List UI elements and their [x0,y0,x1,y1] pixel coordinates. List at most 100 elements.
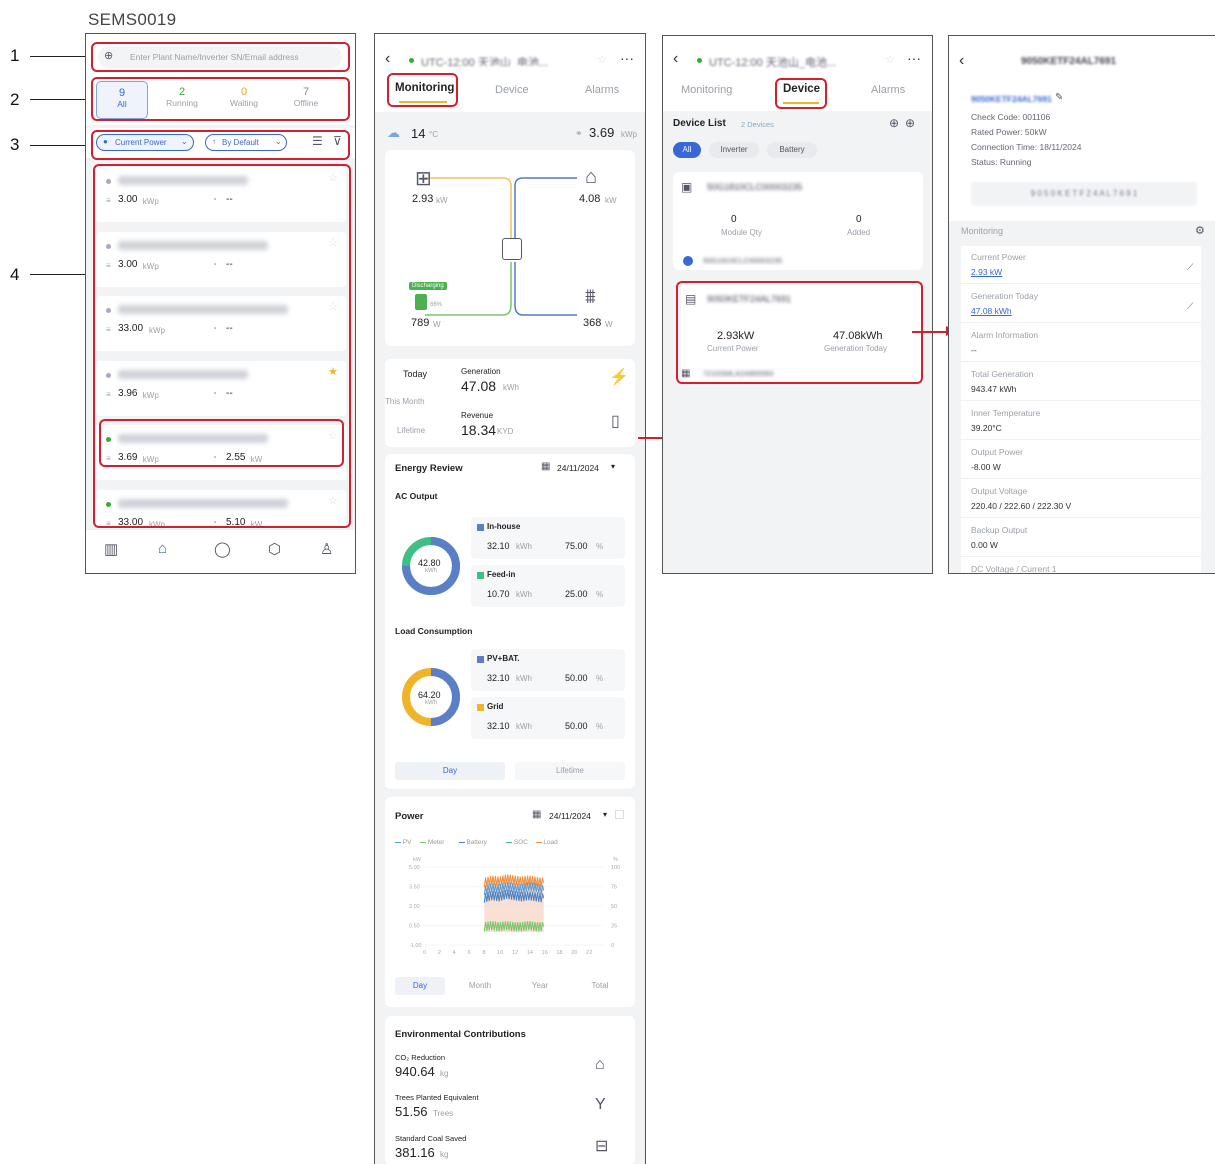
tab-monitoring[interactable]: Monitoring [681,84,732,96]
bell-icon[interactable]: ◯ [214,540,231,558]
legend-item: Battery [458,839,487,846]
dropdown-icon[interactable]: ▾ [603,810,607,819]
toggle-month[interactable]: Month [455,977,505,995]
power-chart: kW %5.00 1003.50 752.00 500.50 25-1.00 00 2 4 6 8 1… [409,857,620,956]
factory-icon: ⌂ [595,1056,605,1073]
toggle-year[interactable]: Year [515,977,565,995]
back-icon[interactable]: ‹ [385,50,390,68]
monitoring-row: Output Voltage 220.40 / 222.60 / 222.30 … [961,480,1201,518]
home-icon[interactable]: ⌂ [158,540,167,557]
energy-review-card: Energy Review ▦ 24/11/2024 ▾ AC Output 4… [385,454,635,789]
status-dot [697,58,702,63]
y2-tick-label: 0 [611,943,614,949]
status-dot [409,58,414,63]
highlight-device-tab [775,78,827,109]
inverter-icon [502,238,522,260]
y-tick-label: 2.00 [409,904,420,910]
toggle-total[interactable]: Total [575,977,625,995]
chip-battery[interactable]: Battery [767,142,817,158]
doc-title: SEMS0019 [88,10,177,29]
more-icon[interactable]: ··· [620,50,634,66]
more-icon[interactable]: ··· [907,50,921,66]
legend-swatch [395,841,401,844]
star-icon[interactable]: ☆ [597,53,607,66]
x-tick-label: 8 [482,950,485,956]
monitoring-row: Inner Temperature 39.20°C [961,402,1201,440]
monitoring-row[interactable]: Generation Today 47.08 kWh ⟋ [961,285,1201,323]
search-device-icon[interactable]: ⊕ [889,116,899,130]
expand-icon[interactable] [615,810,624,819]
dropdown-icon[interactable]: ▾ [611,462,615,471]
gear-icon[interactable]: ⚙ [1195,224,1205,237]
monitoring-row: Backup Output 0.00 W [961,519,1201,557]
legend-swatch [506,841,512,844]
highlight-plant-list [93,164,351,528]
x-tick-label: 2 [438,950,441,956]
energy-breakdown-item: Grid 32.10 kWh 50.00 % [471,697,625,739]
y-unit-left: kW [413,857,422,863]
callout-4: 4 [10,265,20,284]
weather-icon: ☁ [387,125,400,140]
highlight-tabs [91,77,350,121]
y2-tick-label: 50 [611,904,617,910]
legend-swatch [477,524,484,531]
back-icon[interactable]: ‹ [959,52,964,70]
x-tick-label: 20 [571,950,577,956]
toggle-day[interactable]: Day [395,762,505,780]
optimizer-icon: ▣ [681,180,693,194]
tab-device[interactable]: Device [495,84,529,96]
back-icon[interactable]: ‹ [673,50,678,68]
generation-card: Today This Month Lifetime Generation 47.… [385,359,635,447]
y2-tick-label: 100 [611,865,620,871]
chip-inverter[interactable]: Inverter [709,142,759,158]
x-tick-label: 10 [497,950,503,956]
revenue-icon: ▯ [611,413,620,430]
y2-tick-label: 75 [611,885,617,891]
chip-all[interactable]: All [673,142,701,158]
period-month[interactable]: This Month [385,397,425,406]
highlight-search [91,42,350,72]
barcode: 9 0 5 0 K E T F 2 4 A L 7 6 9 1 [971,182,1197,206]
stats-icon[interactable]: ▥ [104,540,118,558]
solar-icon: ⚭ [575,128,583,138]
tree-icon: Y [595,1096,606,1113]
callout-line [30,145,90,146]
solar-panel-icon: ⊞ [415,168,432,190]
chart-icon[interactable]: ⟋ [1187,301,1193,312]
y2-tick-label: 25 [611,924,617,930]
calendar-icon[interactable]: ▦ [541,461,550,472]
x-tick-label: 0 [423,950,426,956]
generation-icon: ⚡ [609,369,629,386]
period-today[interactable]: Today [403,369,427,379]
coal-cart-icon: ⊟ [595,1138,609,1155]
period-lifetime[interactable]: Lifetime [397,426,425,435]
legend-item: SOC [506,839,528,846]
power-card: Power ▦ 24/11/2024 ▾ PV Meter Battery SO… [385,797,635,1007]
tab-alarms[interactable]: Alarms [871,84,905,96]
callout-line [30,274,90,275]
plant-detail-screen: ‹ UTC-12:00 天池山_电池... ☆ ··· Monitoring D… [374,33,646,1164]
highlight-monitoring-tab [387,73,458,107]
legend-swatch [477,656,484,663]
monitoring-row: Total Generation 943.47 kWh [961,363,1201,401]
house-icon: ⌂ [585,166,598,188]
device-card-1[interactable]: ▣ 50G1810CLC00003235 0 Module Qty 0 Adde… [673,172,923,270]
legend-swatch [420,841,426,844]
callout-3: 3 [10,135,20,154]
toggle-lifetime[interactable]: Lifetime [515,762,625,780]
chart-icon[interactable]: ⟋ [1187,262,1193,273]
highlight-device-card [676,281,923,384]
monitoring-row[interactable]: Current Power 2.93 kW ⟋ [961,246,1201,284]
toggle-day[interactable]: Day [395,977,445,995]
tab-alarms[interactable]: Alarms [585,84,619,96]
user-icon[interactable]: ♙ [320,540,333,558]
x-tick-label: 12 [512,950,518,956]
calendar-icon[interactable]: ▦ [532,809,541,820]
edit-icon[interactable]: ✎ [1055,92,1063,103]
box-icon[interactable]: ⬡ [268,540,281,558]
add-device-icon[interactable]: ⊕ [905,116,915,130]
callout-1: 1 [10,46,20,65]
environment-card: Environmental Contributions CO₂ Reductio… [385,1016,635,1164]
inverter-detail-screen: ‹ 9050KETF24AL7691 9050KETF24AL7691 ✎ Ch… [948,35,1215,574]
star-icon[interactable]: ☆ [885,53,895,66]
